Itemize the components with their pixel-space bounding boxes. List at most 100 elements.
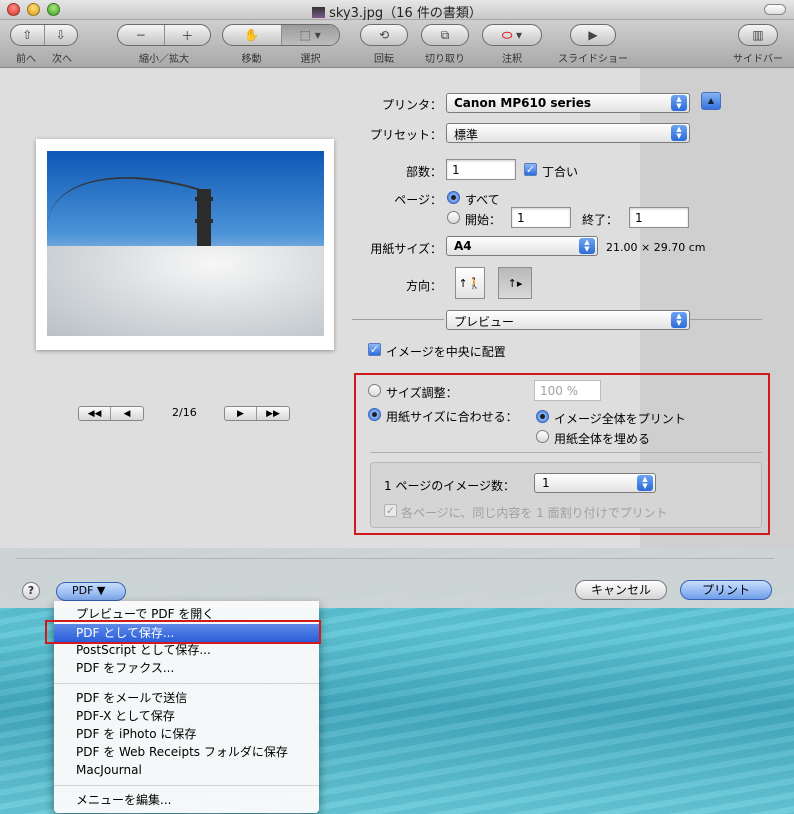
save-as-pdf-highlight-frame <box>45 620 321 644</box>
section-popup[interactable]: プレビュー ▲ ▼ <box>446 310 690 330</box>
preset-label: プリセット： <box>369 128 442 142</box>
pager-back-group: ◀◀ ◀ <box>78 406 144 421</box>
pages-range-radio[interactable] <box>447 211 460 224</box>
rotate-label: 回転 <box>374 54 394 65</box>
pages-all-radio[interactable] <box>447 191 460 204</box>
rotate-button[interactable]: ⟲ <box>360 24 408 46</box>
section-value: プレビュー <box>454 315 515 329</box>
move-label: 移動 <box>241 54 262 65</box>
sidebar-icon: ▥ <box>752 28 764 42</box>
window-title-text: sky3.jpg（16 件の書類） <box>329 6 482 21</box>
updown-arrows-icon: ▲ ▼ <box>671 95 687 111</box>
printer-popup[interactable]: Canon MP610 series ▲ ▼ <box>446 93 690 113</box>
pager-forward-group: ▶ ▶▶ <box>224 406 290 421</box>
page-indicator: 2/16 <box>172 406 197 419</box>
updown-arrows-icon: ▲ ▼ <box>671 312 687 328</box>
crop-button[interactable]: ⧉ <box>421 24 469 46</box>
tool-mode-group: ✋ ⬚ ▾ <box>222 24 340 46</box>
preset-value: 標準 <box>454 128 479 142</box>
orientation-label: 方向： <box>405 279 442 293</box>
collate-checkbox[interactable]: ✓ <box>524 163 537 176</box>
rotate-icon: ⟲ <box>378 28 390 42</box>
plus-icon: ＋ <box>181 28 194 43</box>
pages-to-label: 終了： <box>582 213 619 227</box>
menu-item-mail-pdf[interactable]: PDF をメールで送信 <box>54 689 319 707</box>
landscape-orientation-button[interactable]: ↑▸ <box>498 267 532 299</box>
printer-label: プリンタ： <box>381 98 442 112</box>
previous-page-button[interactable]: ◀ <box>111 407 143 420</box>
slideshow-button[interactable]: ▶ <box>570 24 616 46</box>
menu-item-save-to-web-receipts[interactable]: PDF を Web Receipts フォルダに保存 <box>54 743 319 761</box>
slideshow-label: スライドショー <box>558 54 628 65</box>
slideshow-icon: ▶ <box>588 28 598 42</box>
back-button[interactable]: ⇧ <box>11 25 45 45</box>
back-label: 前へ <box>16 54 36 65</box>
next-page-button[interactable]: ▶ <box>225 407 257 420</box>
paper-size-popup[interactable]: A4 ▲ ▼ <box>446 236 598 256</box>
next-label: 次へ <box>52 54 72 65</box>
annotate-button[interactable]: ⬭ ▾ <box>482 24 542 46</box>
annotate-label: 注釈 <box>502 54 522 65</box>
scaling-highlight-frame <box>354 373 770 535</box>
marquee-icon: ⬚ ▾ <box>299 28 321 42</box>
select-tool-button[interactable]: ⬚ ▾ <box>281 25 339 45</box>
portrait-person-icon: ↑🚶 <box>458 276 482 290</box>
preset-popup[interactable]: 標準 ▲ ▼ <box>446 123 690 143</box>
crop-label: 切り取り <box>425 54 465 65</box>
pages-from-field[interactable]: 1 <box>511 207 571 228</box>
move-tool-button[interactable]: ✋ <box>223 25 282 45</box>
title-bar: sky3.jpg（16 件の書類） <box>0 0 794 21</box>
zoom-out-button[interactable]: − <box>118 25 165 45</box>
minus-icon: − <box>135 28 146 42</box>
zoom-group: − ＋ <box>117 24 211 46</box>
pages-label: ページ： <box>394 193 442 207</box>
center-image-checkbox[interactable]: ✓ <box>368 343 381 356</box>
pages-to-field[interactable]: 1 <box>629 207 689 228</box>
triangle-up-icon: ▲ <box>707 96 715 105</box>
window-title: sky3.jpg（16 件の書類） <box>0 2 794 21</box>
arrow-down-icon: ⇩ <box>55 28 66 42</box>
sidebar-button[interactable]: ▥ <box>738 24 778 46</box>
fog <box>47 246 324 336</box>
zoom-in-button[interactable]: ＋ <box>165 25 211 45</box>
landscape-person-icon: ↑▸ <box>507 276 523 290</box>
next-button[interactable]: ⇩ <box>45 25 78 45</box>
section-divider-right <box>690 319 762 320</box>
crop-icon: ⧉ <box>440 27 450 42</box>
copies-label: 部数： <box>405 165 442 179</box>
collate-label: 丁合い <box>542 165 579 179</box>
oval-annotation-icon: ⬭ ▾ <box>501 27 523 43</box>
first-page-button[interactable]: ◀◀ <box>79 407 111 420</box>
toolbar-toggle-button[interactable] <box>764 4 786 15</box>
print-preview-image <box>47 151 324 336</box>
cancel-button[interactable]: キャンセル <box>575 580 667 600</box>
updown-arrows-icon: ▲ ▼ <box>579 238 595 254</box>
last-page-button[interactable]: ▶▶ <box>257 407 289 420</box>
center-image-label: イメージを中央に配置 <box>386 345 506 359</box>
sidebar-label: サイドバー <box>733 54 783 65</box>
menu-item-save-to-iphoto[interactable]: PDF を iPhoto に保存 <box>54 725 319 743</box>
paper-size-label: 用紙サイズ： <box>370 242 442 256</box>
navigation-group: ⇧ ⇩ <box>10 24 78 46</box>
menu-separator <box>54 683 319 684</box>
menu-item-edit-menu[interactable]: メニューを編集... <box>54 791 319 809</box>
pdf-menu-button[interactable]: PDF ▼ <box>56 582 126 601</box>
paper-size-value: A4 <box>454 239 472 253</box>
section-divider-left <box>352 319 444 320</box>
menu-item-fax-pdf[interactable]: PDF をファクス... <box>54 659 319 677</box>
pages-from-label: 開始： <box>465 213 502 227</box>
print-button[interactable]: プリント <box>680 580 772 600</box>
menu-item-macjournal[interactable]: MacJournal <box>54 761 319 779</box>
copies-field[interactable]: 1 <box>446 159 516 180</box>
help-button[interactable]: ? <box>22 582 40 600</box>
arrow-up-icon: ⇧ <box>22 28 33 42</box>
paper-dimensions: 21.00 × 29.70 cm <box>606 241 706 254</box>
menu-item-save-pdf-x[interactable]: PDF-X として保存 <box>54 707 319 725</box>
printer-value: Canon MP610 series <box>454 96 591 110</box>
hand-icon: ✋ <box>244 28 260 42</box>
collapse-details-button[interactable]: ▲ <box>701 92 721 110</box>
footer-divider <box>16 558 774 559</box>
document-icon <box>312 7 326 18</box>
portrait-orientation-button[interactable]: ↑🚶 <box>455 267 485 299</box>
zoom-label: 縮小／拡大 <box>139 54 189 65</box>
